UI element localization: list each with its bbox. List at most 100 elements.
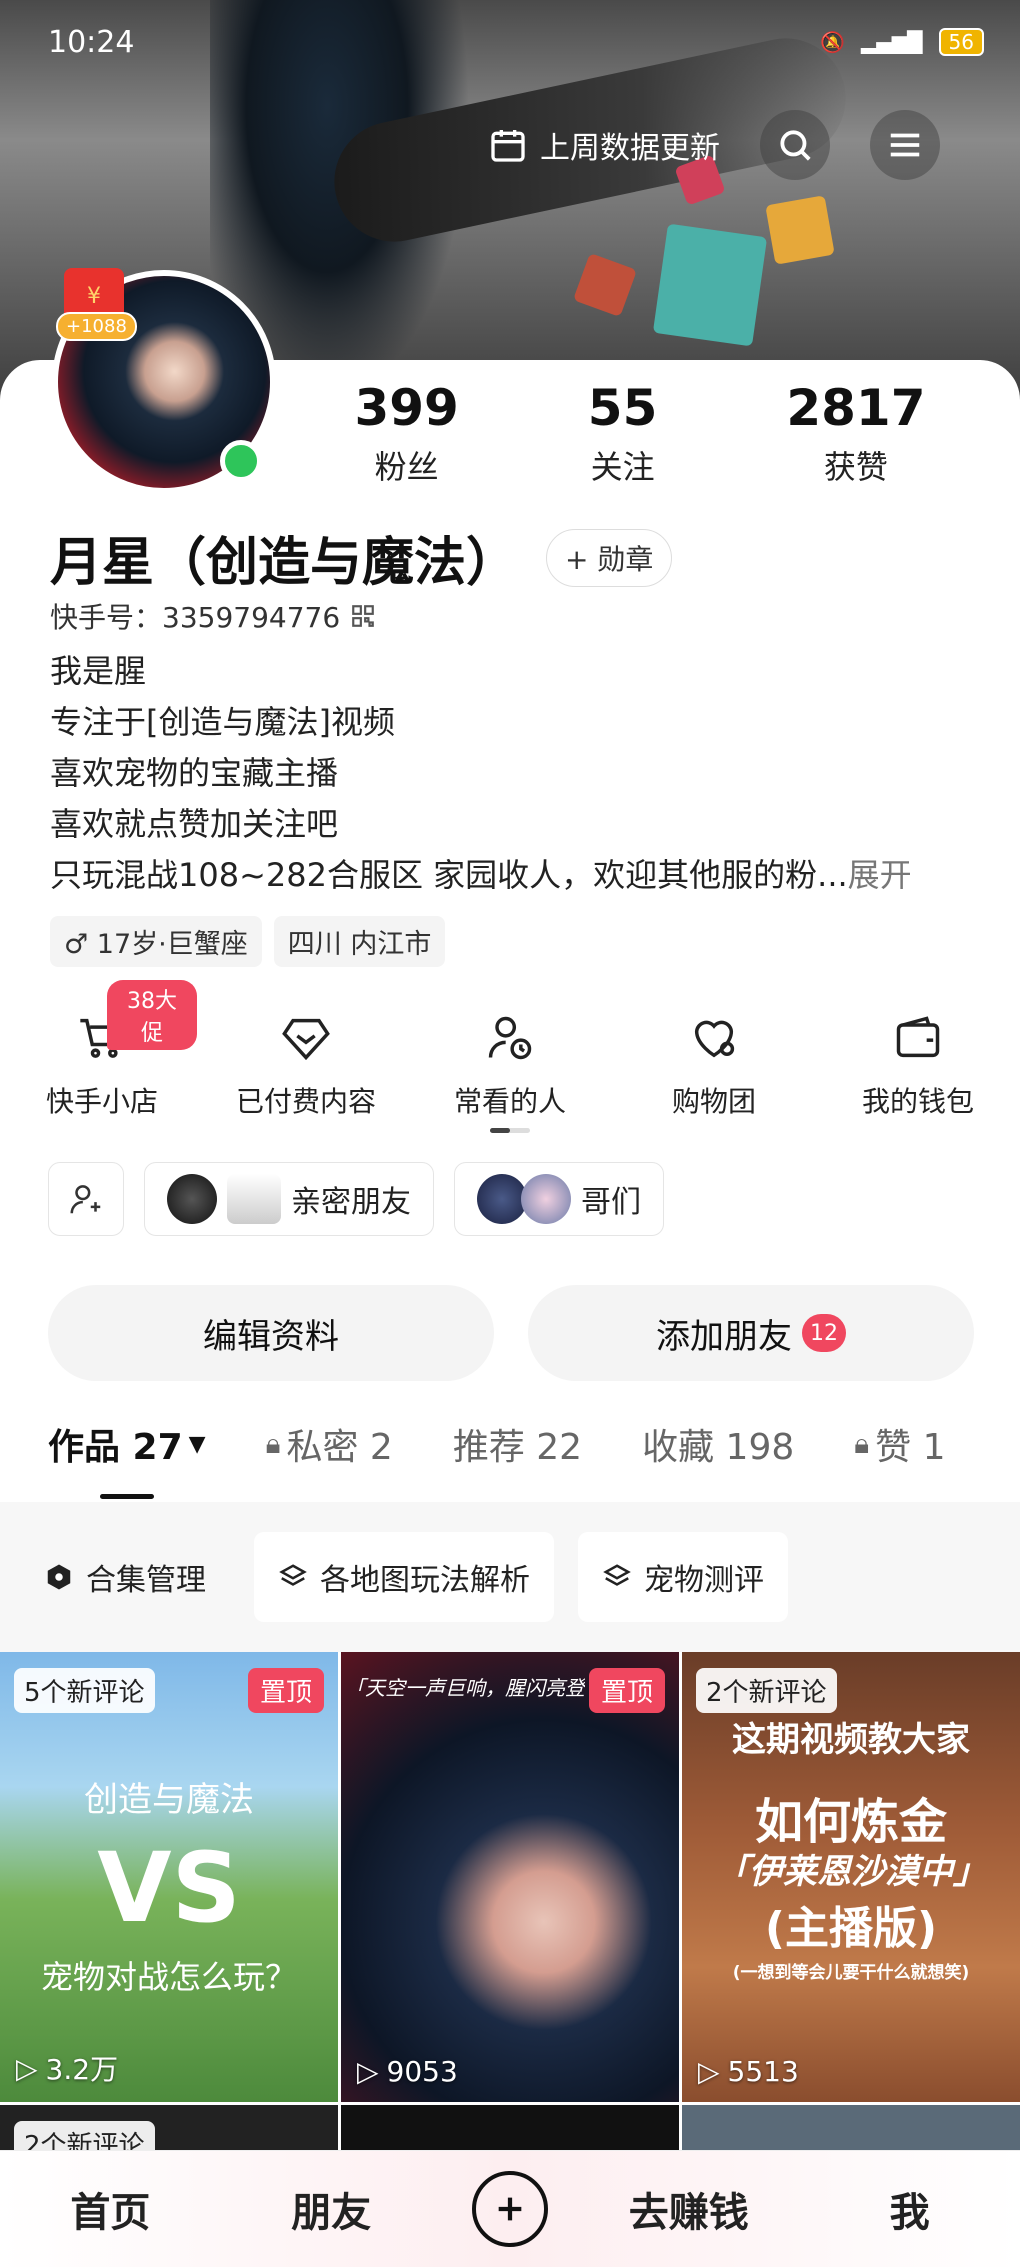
promo-badge: 38大促 bbox=[107, 980, 197, 1050]
video-card[interactable]: 5个新评论 置顶 创造与魔法 VS 宠物对战怎么玩？ ▷ 3.2万 bbox=[0, 1652, 338, 2102]
menu-button[interactable] bbox=[870, 110, 940, 180]
data-update-button[interactable]: 上周数据更新 bbox=[488, 123, 720, 167]
bio-expand-link[interactable]: 展开 bbox=[848, 856, 912, 894]
edit-profile-button[interactable]: 编辑资料 bbox=[48, 1285, 494, 1381]
update-label: 上周数据更新 bbox=[540, 131, 720, 166]
add-friend-chip[interactable] bbox=[48, 1162, 124, 1236]
play-icon: ▷ bbox=[698, 2055, 720, 2088]
bio-line: 我是腥 bbox=[50, 652, 147, 690]
layers-icon bbox=[279, 1564, 307, 1586]
video-card[interactable]: 置顶 「天空一声巨响，腥闪亮登场」 ▷9053 bbox=[341, 1652, 679, 2102]
bio-line: 喜欢宠物的宝藏主播 bbox=[50, 754, 339, 792]
video-card[interactable]: 2个新评论 这期视频教大家 如何炼金 「伊莱恩沙漠中」 (主播版) (一想到等会… bbox=[682, 1652, 1020, 2102]
play-count: ▷ 9053 bbox=[357, 2055, 458, 2088]
video-title-main: 如何炼金 bbox=[754, 1794, 947, 1850]
active-tab-underline bbox=[100, 1494, 154, 1499]
add-friend-count-badge: 12 bbox=[802, 1314, 846, 1352]
tag-age-zodiac: ♂ 17岁·巨蟹座 bbox=[50, 916, 262, 967]
add-friend-button[interactable]: 添加朋友 12 bbox=[528, 1285, 974, 1381]
shortcut-shop[interactable]: 38大促 快手小店 bbox=[7, 980, 197, 1140]
collection-label: 合集管理 bbox=[86, 1563, 206, 1598]
video-title-top: 创造与魔法 bbox=[84, 1780, 254, 1820]
nav-earn[interactable]: 去赚钱 bbox=[609, 2180, 769, 2238]
pinned-badge: 置顶 bbox=[247, 1668, 324, 1713]
tab-likes[interactable]: 🔒︎ 赞 1 bbox=[854, 1418, 945, 1470]
tab-private[interactable]: 🔒︎ 私密 2 bbox=[266, 1418, 393, 1470]
collection-label: 宠物测评 bbox=[644, 1563, 764, 1598]
shortcut-bar: 38大促 快手小店 已付费内容 常看的人 购物团 我的钱包 bbox=[0, 980, 1020, 1140]
friend-avatar bbox=[521, 1174, 571, 1224]
collection-pet-reviews[interactable]: 宠物测评 bbox=[578, 1532, 788, 1622]
kuaishou-id[interactable]: 快手号：3359794776 bbox=[50, 596, 376, 636]
search-button[interactable] bbox=[760, 110, 830, 180]
video-title-main: VS bbox=[97, 1832, 241, 1944]
friend-avatar bbox=[477, 1174, 527, 1224]
status-bar: 10:24 🔕 ▂▄▆█ 56 bbox=[48, 22, 984, 62]
video-caption: 「天空一声巨响，腥闪亮登场」 bbox=[345, 1676, 585, 1700]
nav-friends[interactable]: 朋友 bbox=[251, 2180, 411, 2238]
tab-works[interactable]: 作品 27 ▼ bbox=[48, 1418, 206, 1470]
nav-me[interactable]: 我 bbox=[830, 2180, 990, 2238]
online-status-dot bbox=[220, 440, 262, 482]
collection-manage[interactable]: 合集管理 bbox=[20, 1532, 230, 1622]
wallet-icon bbox=[890, 1010, 946, 1066]
profile-actions: 编辑资料 添加朋友 12 bbox=[48, 1285, 974, 1381]
add-person-icon bbox=[70, 1185, 101, 1214]
friend-avatar bbox=[227, 1174, 281, 1224]
video-title-sub: 「伊莱恩沙漠中」 bbox=[715, 1852, 987, 1892]
cover-card bbox=[652, 223, 768, 347]
shortcut-paid-content[interactable]: 已付费内容 bbox=[211, 980, 401, 1140]
shortcut-frequent-people[interactable]: 常看的人 bbox=[415, 980, 605, 1140]
diamond-icon bbox=[278, 1010, 334, 1066]
tab-label: 推荐 22 bbox=[452, 1427, 583, 1468]
qr-code-icon bbox=[352, 605, 374, 627]
friends-row: 亲密朋友 哥们 bbox=[48, 1162, 664, 1236]
tab-recommended[interactable]: 推荐 22 bbox=[453, 1418, 582, 1470]
add-friend-label: 添加朋友 bbox=[656, 1316, 792, 1357]
status-time: 10:24 bbox=[48, 24, 135, 60]
tab-label: 赞 1 bbox=[875, 1427, 946, 1468]
menu-icon bbox=[890, 133, 920, 157]
stat-fans[interactable]: 399 粉丝 bbox=[354, 380, 458, 488]
nav-home[interactable]: 首页 bbox=[30, 2180, 190, 2238]
kuaishou-id-text: 快手号：3359794776 bbox=[50, 601, 341, 634]
play-count-value: 3.2万 bbox=[45, 2053, 119, 2086]
top-actions: 上周数据更新 bbox=[488, 110, 940, 180]
shortcut-label: 购物团 bbox=[671, 1085, 756, 1118]
shortcut-shopping-group[interactable]: 购物团 bbox=[619, 980, 809, 1140]
name-row: 月星（创造与魔法） + 勋章 bbox=[50, 520, 673, 595]
pinned-badge: 置顶 bbox=[588, 1668, 665, 1713]
video-grid: 5个新评论 置顶 创造与魔法 VS 宠物对战怎么玩？ ▷ 3.2万 置顶 「天空一… bbox=[0, 1652, 1020, 2165]
stat-label: 关注 bbox=[590, 448, 655, 486]
stat-value: 2817 bbox=[786, 379, 926, 437]
red-packet-amount: +1088 bbox=[56, 312, 137, 341]
hexagon-icon bbox=[47, 1564, 71, 1590]
profile-tags: ♂ 17岁·巨蟹座 四川 内江市 bbox=[50, 916, 446, 967]
collection-label: 各地图玩法解析 bbox=[320, 1563, 530, 1598]
bio-line: 专注于[创造与魔法]视频 bbox=[50, 703, 395, 741]
video-title-top: 这期视频教大家 bbox=[732, 1720, 970, 1760]
red-packet[interactable]: ¥ +1088 bbox=[56, 268, 137, 341]
shortcut-label: 已付费内容 bbox=[235, 1085, 376, 1118]
alarm-off-icon: 🔕 bbox=[820, 30, 846, 54]
stat-following[interactable]: 55 关注 bbox=[588, 380, 658, 488]
calendar-icon bbox=[491, 130, 525, 162]
video-title-sub2: (主播版) bbox=[764, 1903, 938, 1954]
shortcut-label: 快手小店 bbox=[45, 1085, 158, 1118]
close-friends-chip[interactable]: 亲密朋友 bbox=[144, 1162, 434, 1236]
medal-button[interactable]: + 勋章 bbox=[546, 528, 673, 587]
battery-icon: 56 bbox=[938, 28, 984, 56]
tag-location: 四川 内江市 bbox=[273, 916, 446, 967]
video-title-note: (一想到等会儿要干什么就想笑) bbox=[732, 1963, 970, 1983]
bottom-nav: 首页 朋友 去赚钱 我 bbox=[0, 2150, 1020, 2267]
tab-favorites[interactable]: 收藏 198 bbox=[642, 1418, 794, 1470]
collection-map-guides[interactable]: 各地图玩法解析 bbox=[254, 1532, 554, 1622]
stat-likes[interactable]: 2817 获赞 bbox=[786, 380, 925, 488]
create-button[interactable] bbox=[471, 2171, 548, 2247]
shortcut-wallet[interactable]: 我的钱包 bbox=[823, 980, 1013, 1140]
buddies-chip[interactable]: 哥们 bbox=[454, 1162, 664, 1236]
signal-icon: ▂▄▆█ bbox=[861, 30, 923, 54]
search-icon bbox=[780, 130, 811, 161]
lock-icon: 🔒︎ bbox=[265, 1427, 281, 1460]
caret-down-icon: ▼ bbox=[188, 1431, 206, 1457]
